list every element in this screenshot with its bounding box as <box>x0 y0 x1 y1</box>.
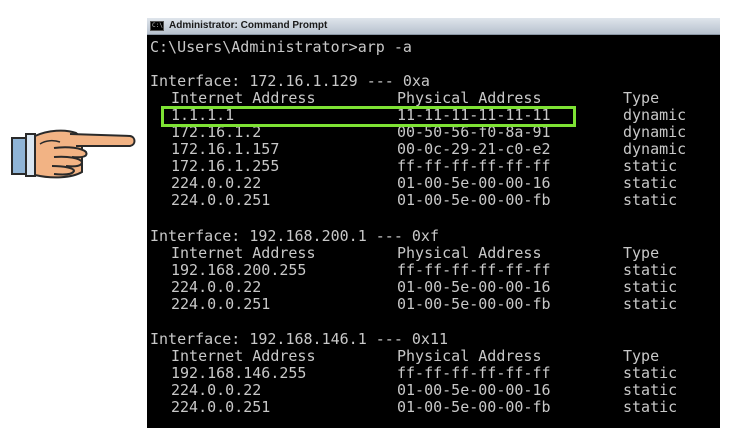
arp-entry: 224.0.0.22 01-00-5e-00-00-16 static <box>171 278 678 296</box>
arp-entry: 192.168.146.255 ff-ff-ff-ff-ff-ff static <box>171 364 678 382</box>
column-internet-address: Internet Address <box>171 89 316 107</box>
window-title: Administrator: Command Prompt <box>169 20 328 31</box>
pointing-hand-icon <box>11 129 136 179</box>
column-physical-address: Physical Address <box>397 89 542 107</box>
column-physical-address: Physical Address <box>397 347 542 365</box>
column-type: Type <box>623 89 660 107</box>
arp-entry: 172.16.1.157 00-0c-29-21-c0-e2 dynamic <box>171 140 687 158</box>
arp-entry: 224.0.0.251 01-00-5e-00-00-fb static <box>171 398 678 416</box>
cmd-icon: C:\ <box>150 21 164 31</box>
column-physical-address: Physical Address <box>397 244 542 262</box>
command-text: C:\Users\Administrator>arp -a <box>150 38 412 56</box>
column-internet-address: Internet Address <box>171 347 316 365</box>
title-bar[interactable]: C:\ Administrator: Command Prompt <box>147 18 720 35</box>
arp-entry: 224.0.0.22 01-00-5e-00-00-16 static <box>171 381 678 399</box>
command-prompt-window[interactable]: C:\ Administrator: Command Prompt C:\Use… <box>147 18 720 428</box>
column-internet-address: Internet Address <box>171 244 316 262</box>
column-type: Type <box>623 244 660 262</box>
column-headers: Internet Address Physical Address Type <box>147 245 659 262</box>
interface-header: Interface: 192.168.200.1 --- 0xf <box>150 227 439 245</box>
column-headers: Internet Address Physical Address Type <box>147 90 659 107</box>
arp-entry: 192.168.200.255 ff-ff-ff-ff-ff-ff static <box>171 261 678 279</box>
arp-entry: 224.0.0.251 01-00-5e-00-00-fb static <box>171 295 678 313</box>
highlight-box <box>161 106 576 127</box>
command-line: C:\Users\Administrator>arp -a <box>147 39 412 56</box>
arp-entry: 224.0.0.251 01-00-5e-00-00-fb static <box>171 191 678 209</box>
column-type: Type <box>623 347 660 365</box>
interface-header: Interface: 192.168.146.1 --- 0x11 <box>150 330 449 348</box>
console-output[interactable]: C:\Users\Administrator>arp -a Interface:… <box>147 35 720 428</box>
interface-header: Interface: 172.16.1.129 --- 0xa <box>150 72 430 90</box>
arp-entry: 172.16.1.255 ff-ff-ff-ff-ff-ff static <box>171 157 678 175</box>
column-headers: Internet Address Physical Address Type <box>147 348 659 365</box>
arp-entry: 224.0.0.22 01-00-5e-00-00-16 static <box>171 174 678 192</box>
